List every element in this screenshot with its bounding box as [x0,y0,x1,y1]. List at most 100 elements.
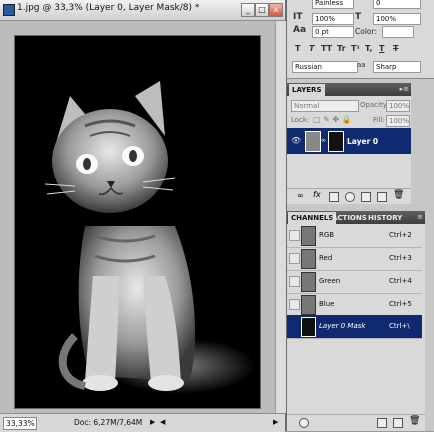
restore-button[interactable]: □ [255,3,269,17]
antialias-select[interactable]: Sharp [373,61,421,73]
fill-label: Fill: [373,116,385,124]
document-title: 1.jpg @ 33,3% (Layer 0, Layer Mask/8) * [17,3,200,13]
eye-icon[interactable] [289,321,300,332]
subscript-button[interactable]: T, [365,44,372,53]
layer-mask-thumbnail[interactable] [328,131,344,152]
horizontal-scale-field[interactable]: 100% [373,13,421,25]
status-arrow-icon[interactable]: ▶ [150,418,155,426]
strikethrough-button[interactable]: T [393,44,398,53]
chain-link-icon[interactable]: ∞ [321,137,326,144]
layer-row[interactable]: 👁 ∞ Layer 0 [287,128,411,154]
antialias-icon: aa [357,61,366,69]
channel-shortcut: Ctrl+3 [389,254,412,262]
opacity-label: Opacity: [360,101,389,109]
faux-bold-button[interactable]: T [295,44,300,53]
tab-actions[interactable]: ACTIONS [329,212,370,224]
trash-icon[interactable]: 🗑 [393,190,404,200]
all-caps-button[interactable]: TT [321,44,332,53]
panel-menu-icon[interactable]: ≡ [417,213,423,221]
lock-icons[interactable]: ▢ ✎ ✥ 🔒 [313,115,352,124]
color-label: Color: [355,27,377,36]
channel-thumbnail [301,249,316,269]
channel-row[interactable]: RGB Ctrl+2 [287,224,422,248]
channels-panel-header: CHANNELS ACTIONS HISTORY ≡ [287,211,425,224]
layers-footer: ∞ fx 🗑 [287,188,411,203]
opacity-field[interactable]: 100% [386,100,410,112]
channel-name: RGB [319,231,335,239]
superscript-button[interactable]: T¹ [351,44,360,53]
tracking-select[interactable]: 0 [373,0,421,9]
channel-thumbnail [301,295,316,315]
minimize-button[interactable]: _ [241,3,255,17]
zoom-field[interactable]: 33,33% [3,417,37,430]
channel-row[interactable]: Blue Ctrl+5 [287,293,422,317]
tab-history[interactable]: HISTORY [365,212,405,224]
faux-italic-button[interactable]: T [309,44,314,53]
language-select[interactable]: Russian [292,61,358,73]
channels-panel: RGB Ctrl+2 Red Ctrl+3 Green Ctrl+4 Blue … [287,224,425,431]
canvas-area[interactable] [0,21,275,413]
layer-thumbnail[interactable] [305,131,321,152]
underline-button[interactable]: T [379,44,384,53]
tab-layers[interactable]: LAYERS [289,84,325,96]
kitten-photo[interactable] [14,35,261,409]
scroll-left-icon[interactable]: ◀ [160,418,165,426]
fill-field[interactable]: 100% [386,115,410,127]
layers-panel: Normal Opacity: 100% Lock: ▢ ✎ ✥ 🔒 Fill:… [287,96,411,204]
channel-shortcut: Ctrl+5 [389,300,412,308]
channel-row[interactable]: Green Ctrl+4 [287,270,422,294]
document-titlebar[interactable]: 1.jpg @ 33,3% (Layer 0, Layer Mask/8) * … [0,0,285,21]
baseline-shift-field[interactable]: 0 pt [312,26,354,38]
channel-name: Blue [319,300,335,308]
small-caps-button[interactable]: Tr [337,44,346,53]
add-mask-icon[interactable] [329,192,339,202]
trash-icon[interactable]: 🗑 [409,416,420,426]
scroll-right-icon[interactable]: ▶ [273,418,278,426]
channel-shortcut: Ctrl+4 [389,277,412,285]
channel-name: Red [319,254,333,262]
channel-shortcut: Ctrl+2 [389,231,412,239]
eye-icon[interactable] [289,299,300,310]
vertical-scrollbar[interactable] [275,21,286,413]
document-window: 1.jpg @ 33,3% (Layer 0, Layer Mask/8) * … [0,0,287,432]
channel-thumbnail [301,272,316,292]
link-layers-icon[interactable]: ∞ [297,191,304,200]
channel-thumbnail [301,226,316,246]
load-selection-icon[interactable] [299,418,309,428]
font-style-select[interactable]: Painless [312,0,354,9]
new-item-icon[interactable] [377,192,387,202]
color-swatch[interactable] [382,26,414,38]
vertical-scale-field[interactable]: 100% [312,13,354,25]
channel-thumbnail [301,317,316,337]
channel-row[interactable]: Red Ctrl+3 [287,247,422,271]
panel-menu-icon[interactable]: ▸≡ [400,85,409,93]
adjustment-layer-icon[interactable] [345,192,355,202]
fx-icon[interactable]: fx [313,190,321,199]
vertical-scale-icon: IT [293,12,303,22]
channels-footer: 🗑 [287,414,425,429]
close-button[interactable]: × [269,3,283,17]
eye-icon[interactable] [289,230,300,241]
lock-label: Lock: [291,116,310,124]
channel-name: Layer 0 Mask [319,322,366,330]
channel-shortcut: Ctrl+\ [389,322,410,330]
channel-row-selected[interactable]: Layer 0 Mask Ctrl+\ [287,315,422,339]
new-item-icon[interactable] [393,418,403,428]
baseline-shift-icon: Aa [293,25,307,35]
eye-icon[interactable]: 👁 [291,136,301,145]
layer-name[interactable]: Layer 0 [347,137,378,146]
doc-size-info[interactable]: Doc: 6,27M/7,64M [74,418,142,427]
blend-mode-select[interactable]: Normal [291,100,359,112]
character-panel: Painless 0 IT 100% T 100% Aa 0 pt Color:… [287,0,434,79]
kitten-image [15,36,260,408]
save-selection-icon[interactable] [377,418,387,428]
channel-name: Green [319,277,341,285]
horizontal-scale-icon: T [355,12,362,22]
right-panels: Painless 0 IT 100% T 100% Aa 0 pt Color:… [287,0,434,431]
layers-panel-header: LAYERS ▸≡ [287,83,411,96]
eye-icon[interactable] [289,276,300,287]
new-group-icon[interactable] [361,192,371,202]
photoshop-doc-icon [3,4,15,16]
status-bar: 33,33% Doc: 6,27M/7,64M ▶ ◀ ▶ [0,413,285,432]
eye-icon[interactable] [289,253,300,264]
